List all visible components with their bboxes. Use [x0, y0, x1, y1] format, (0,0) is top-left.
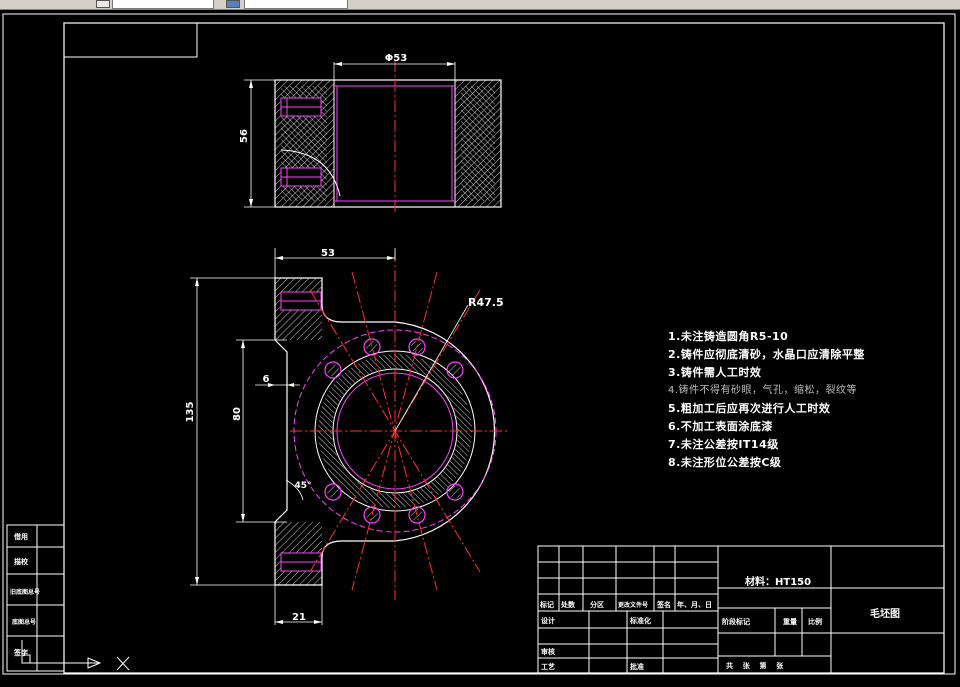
note-4: 4.铸件不得有砂眼，气孔，缩松，裂纹等 [668, 385, 858, 396]
layer-icon[interactable] [96, 0, 110, 8]
linetype-dropdown[interactable] [244, 0, 348, 9]
note-7: 7.未注公差按IT14级 [668, 438, 779, 451]
ucs-icon [21, 640, 130, 671]
note-2: 2.铸件应彻底清砂，水晶口应清除平整 [668, 348, 865, 361]
dim-radius: R47.5 [468, 296, 504, 309]
dim-height-total: 135 [185, 402, 196, 423]
side-sign: 签字 [13, 648, 28, 657]
dim-slot: 6 [263, 374, 270, 385]
toolbar [0, 0, 960, 10]
dim-angle: 45° [294, 481, 311, 491]
side-item-3: 旧底图总号 [10, 588, 40, 596]
tb-drawing-name: 毛坯图 [870, 607, 900, 620]
note-6: 6.不加工表面涂底漆 [668, 420, 773, 433]
tb-weight: 重量 [783, 617, 797, 626]
side-item-1: 借用 [13, 532, 28, 541]
tb-header-3: 分区 [590, 600, 604, 609]
note-1: 1.未注铸造圆角R5-10 [668, 330, 789, 343]
tb-standard: 标准化 [629, 616, 651, 625]
layer-dropdown[interactable] [112, 0, 214, 9]
tb-approve: 批准 [630, 662, 644, 671]
top-section-view: Φ53 56 [239, 53, 502, 215]
dim-width-top: 53 [321, 248, 335, 259]
front-view: R47.5 53 135 80 6 45° 21 [185, 248, 510, 625]
note-5: 5.粗加工后应再次进行人工时效 [668, 402, 831, 415]
note-3: 3.铸件需人工时效 [668, 366, 762, 379]
side-item-4: 底图总号 [12, 618, 36, 626]
tb-review: 审核 [541, 647, 555, 656]
tb-scale: 比例 [808, 617, 822, 626]
tb-header-4: 更改文件号 [618, 601, 648, 609]
technical-notes: 1.未注铸造圆角R5-10 2.铸件应彻底清砂，水晶口应清除平整 3.铸件需人工… [668, 328, 865, 472]
drawing-number-box [63, 22, 198, 58]
note-8: 8.未注形位公差按C级 [668, 456, 782, 469]
side-item-2: 描校 [14, 557, 29, 566]
tb-sheet: 共 张 第 张 [726, 661, 784, 670]
tb-material: 材料：HT150 [745, 575, 811, 588]
tb-header-6: 年、月、日 [677, 600, 712, 609]
color-icon[interactable] [226, 0, 240, 8]
dim-height-inner: 80 [232, 407, 243, 421]
tb-stage: 阶段标记 [722, 617, 750, 626]
tb-header-1: 标记 [539, 600, 554, 609]
tb-design: 设计 [541, 616, 555, 625]
dim-bore: Φ53 [385, 53, 407, 64]
tb-header-2: 处数 [560, 600, 576, 609]
tb-process: 工艺 [541, 662, 555, 671]
dim-flange: 21 [292, 612, 306, 623]
dim-height: 56 [239, 129, 250, 143]
tb-header-5: 签名 [656, 600, 671, 609]
